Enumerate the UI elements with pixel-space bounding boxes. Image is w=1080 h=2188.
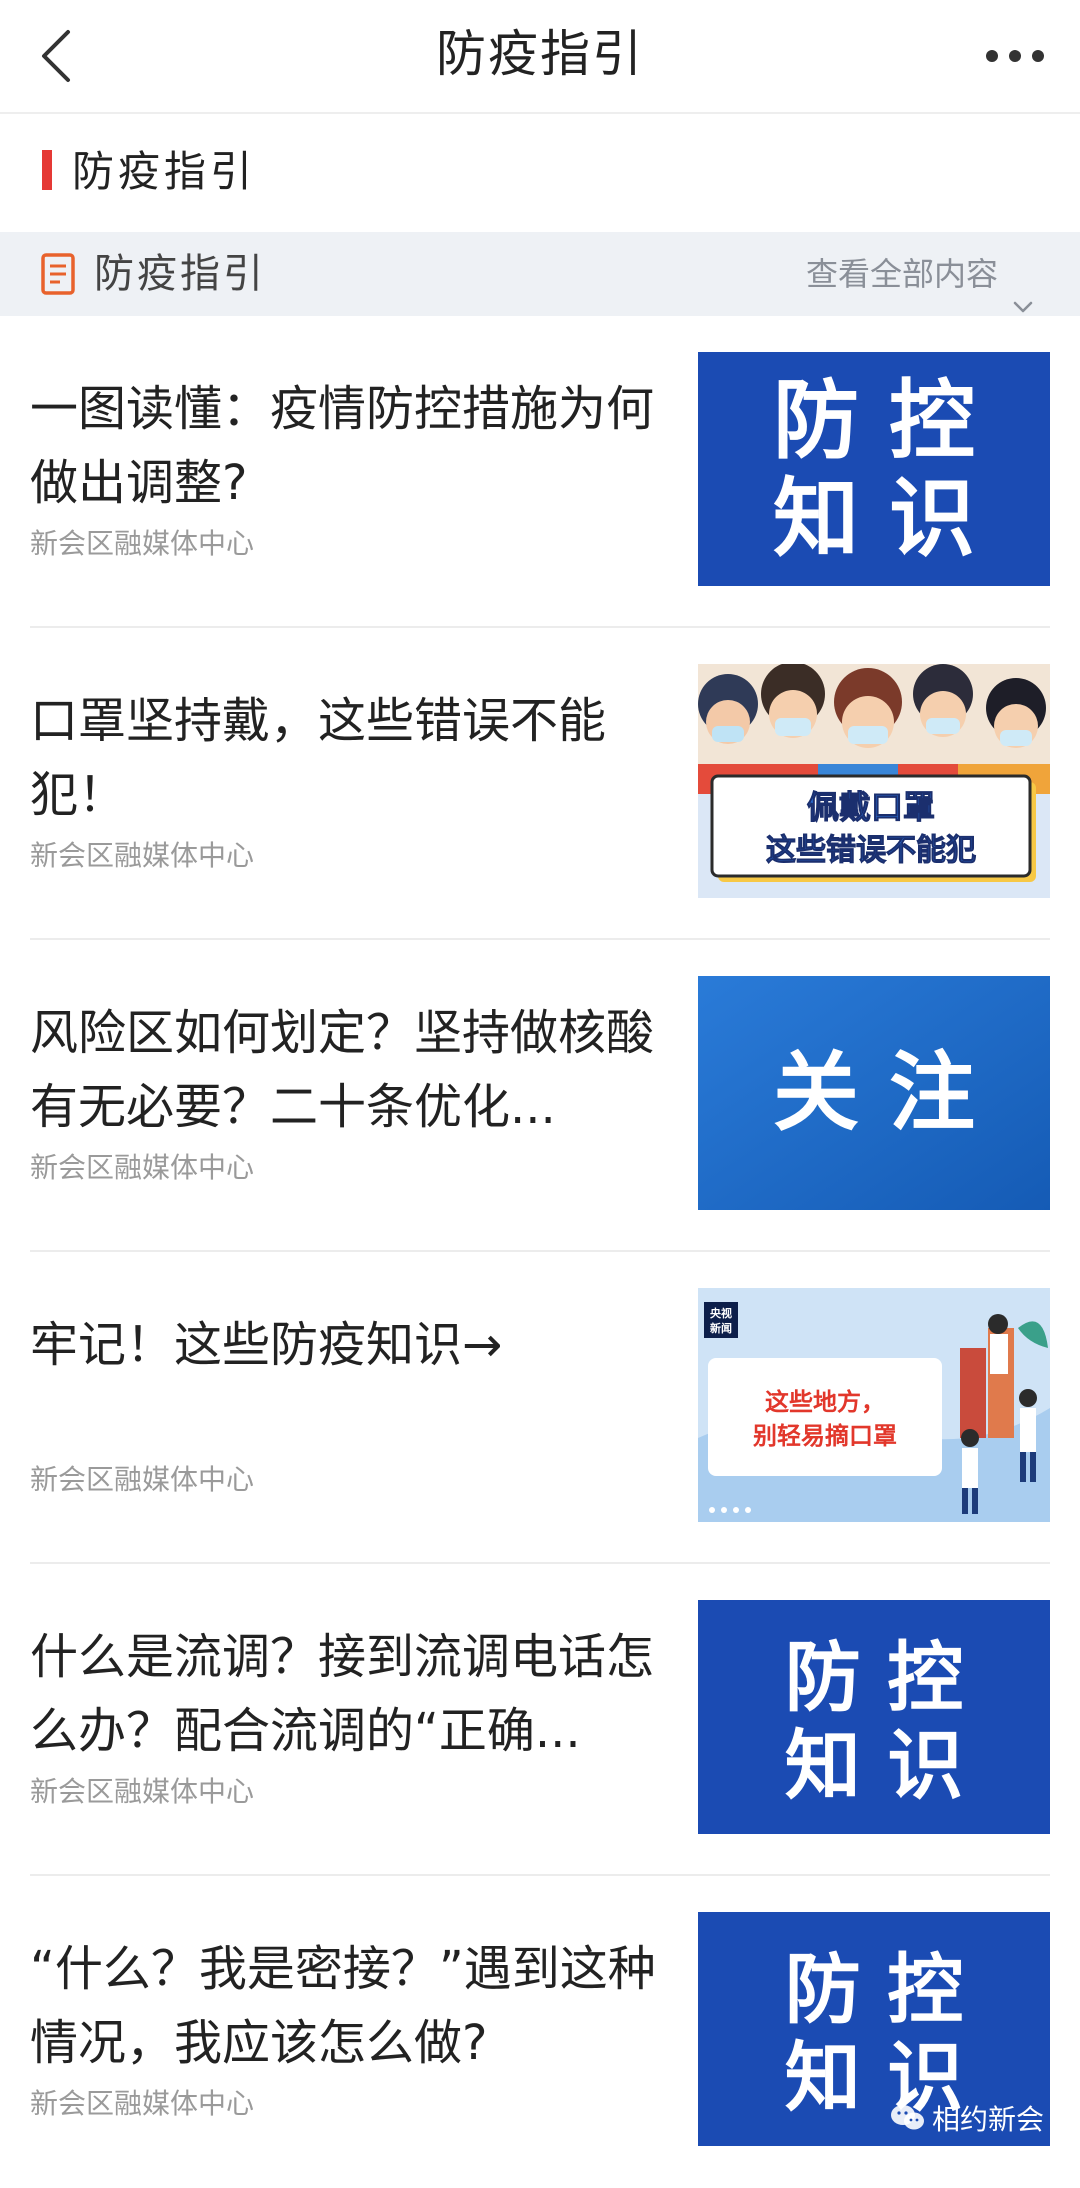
article-item[interactable]: 什么是流调？接到流调电话怎么办？配合流调的“正确... 新会区融媒体中心 防 控… — [0, 1564, 1080, 1876]
view-all-label: 查看全部内容 — [805, 255, 998, 293]
article-title: 一图读懂：疫情防控措施为何做出调整? — [30, 381, 655, 511]
thumb-text-line: 防 控 — [785, 1633, 963, 1722]
section-title: 防疫指引 — [72, 147, 257, 196]
article-thumbnail: 佩戴口罩 这些错误不能犯 — [698, 664, 1050, 898]
article-thumbnail: 关 注 — [698, 976, 1050, 1210]
article-source: 新会区融媒体中心 — [30, 1775, 255, 1808]
thumb-text-line: 关 注 — [773, 1043, 975, 1143]
article-thumbnail: 防 控 知 识 — [698, 1600, 1050, 1834]
article-source: 新会区融媒体中心 — [30, 839, 255, 872]
article-source: 新会区融媒体中心 — [30, 1151, 255, 1184]
article-source: 新会区融媒体中心 — [30, 2087, 255, 2120]
thumb-text-line: 央视 — [710, 1306, 732, 1320]
article-list: 一图读懂：疫情防控措施为何做出调整? 新会区融媒体中心 防 控 知 识 口罩坚持… — [0, 316, 1080, 2188]
article-item[interactable]: 一图读懂：疫情防控措施为何做出调整? 新会区融媒体中心 防 控 知 识 — [0, 316, 1080, 628]
article-source: 新会区融媒体中心 — [30, 1463, 255, 1496]
article-title: 什么是流调？接到流调电话怎么办？配合流调的“正确... — [30, 1629, 655, 1759]
column-title: 防疫指引 — [94, 251, 266, 297]
article-title: 风险区如何划定？坚持做核酸有无必要？二十条优化... — [30, 1005, 655, 1135]
thumb-text-line: 防 控 — [785, 1945, 963, 2034]
thumb-text-line: 防 控 — [773, 371, 975, 471]
more-dots-icon — [986, 50, 1044, 62]
more-options-button[interactable] — [980, 36, 1050, 76]
article-source: 新会区融媒体中心 — [30, 527, 255, 560]
chevron-down-icon — [1012, 265, 1034, 313]
article-item[interactable]: 口罩坚持戴，这些错误不能犯！ 新会区融媒体中心 佩戴口罩 这些错误不能犯 — [0, 628, 1080, 940]
article-title: “什么？我是密接？”遇到这种情况，我应该怎么做? — [30, 1941, 656, 2071]
article-item[interactable]: 牢记！这些防疫知识→ 新会区融媒体中心 央视 新闻 这些地方， 别轻易摘口罩 — [0, 1252, 1080, 1564]
section-accent-bar — [42, 150, 52, 190]
wechat-icon — [890, 2103, 926, 2133]
watermark: 相约新会 — [890, 2098, 1044, 2138]
top-nav-bar: 防疫指引 — [0, 0, 1080, 114]
article-item[interactable]: “什么？我是密接？”遇到这种情况，我应该怎么做? 新会区融媒体中心 防 控 知 … — [0, 1876, 1080, 2188]
thumb-text-line: 知 识 — [773, 469, 975, 569]
thumb-text-line: 知 识 — [785, 1721, 963, 1810]
document-icon — [40, 252, 76, 296]
article-title: 口罩坚持戴，这些错误不能犯！ — [30, 693, 607, 823]
article-thumbnail: 央视 新闻 这些地方， 别轻易摘口罩 — [698, 1288, 1050, 1522]
page-title: 防疫指引 — [436, 25, 644, 83]
thumb-text-line: 别轻易摘口罩 — [752, 1422, 897, 1450]
view-all-button[interactable]: 查看全部内容 — [806, 232, 1034, 316]
article-item[interactable]: 风险区如何划定？坚持做核酸有无必要？二十条优化... 新会区融媒体中心 关 注 — [0, 940, 1080, 1252]
thumb-text-line: 这些地方， — [765, 1388, 885, 1416]
thumb-text-line: 新闻 — [710, 1321, 732, 1335]
watermark-text: 相约新会 — [931, 2103, 1044, 2136]
column-header: 防疫指引 查看全部内容 — [0, 232, 1080, 316]
section-header: 防疫指引 — [0, 114, 1080, 230]
article-title: 牢记！这些防疫知识→ — [30, 1317, 503, 1373]
thumb-text-line: 佩戴口罩 — [807, 788, 935, 826]
thumb-text-line: 这些错误不能犯 — [766, 833, 976, 868]
article-thumbnail: 防 控 知 识 — [698, 352, 1050, 586]
